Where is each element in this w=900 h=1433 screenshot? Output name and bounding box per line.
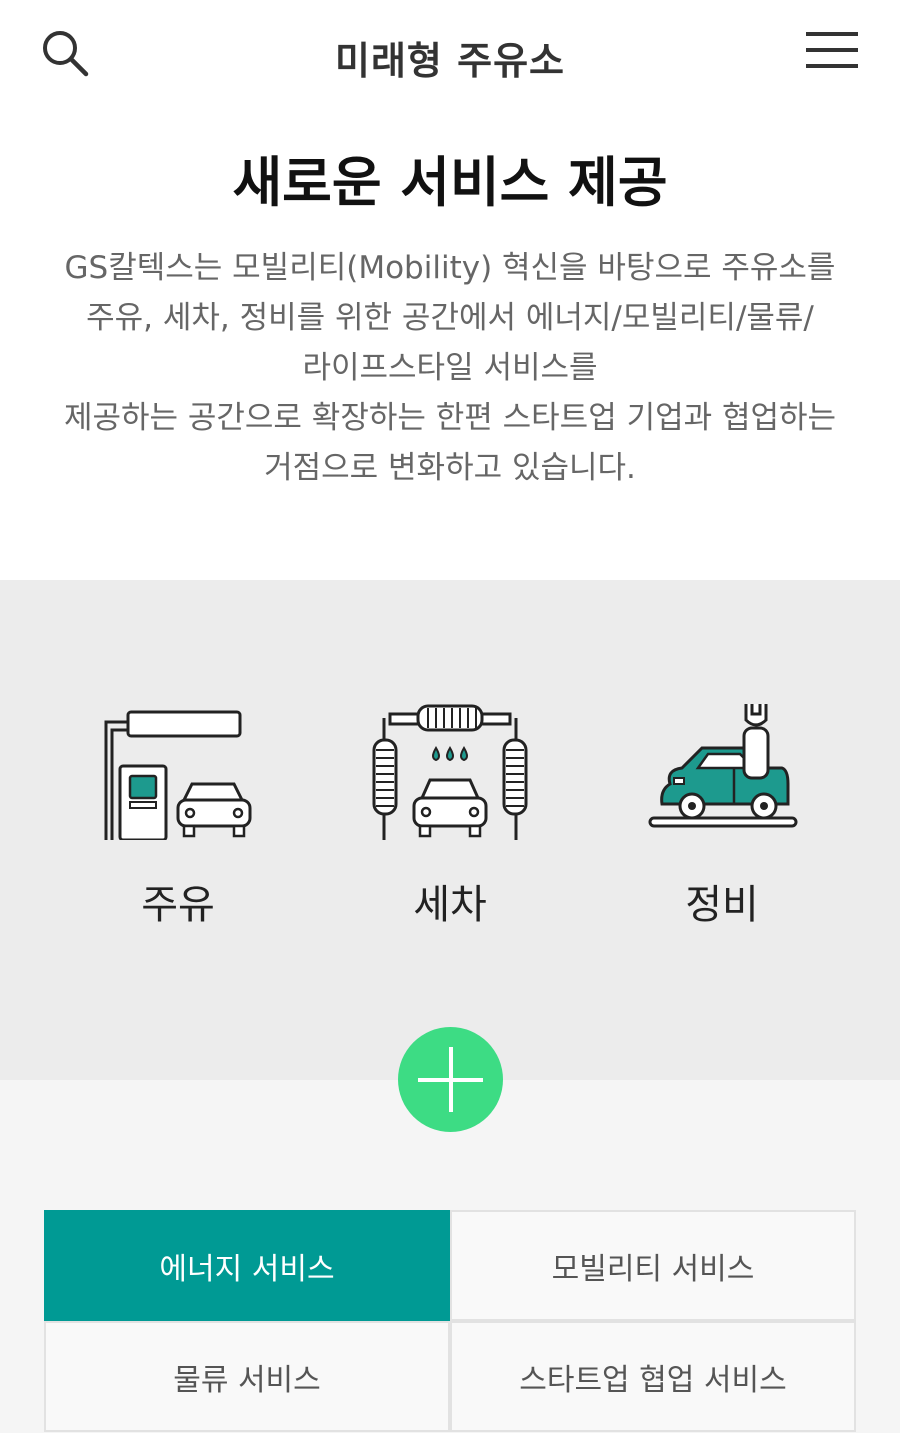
intro-line: 거점으로 변화하고 있습니다. bbox=[264, 450, 636, 486]
car-repair-wrench-icon bbox=[648, 704, 798, 828]
intro-line: 주유, 세차, 정비를 위한 공간에서 에너지/모빌리티/물류/ bbox=[86, 300, 814, 336]
expand-plus-button[interactable] bbox=[398, 1027, 503, 1132]
menu-button[interactable] bbox=[804, 30, 860, 70]
car-wash-icon bbox=[372, 704, 528, 840]
intro-paragraph: GS칼텍스는 모빌리티(Mobility) 혁신을 바탕으로 주유소를 주유, … bbox=[40, 243, 860, 493]
tab-energy-service[interactable]: 에너지 서비스 bbox=[44, 1210, 450, 1321]
intro-line: GS칼텍스는 모빌리티(Mobility) 혁신을 바탕으로 주유소를 bbox=[64, 250, 836, 286]
tab-startup-collab-service[interactable]: 스타트업 협업 서비스 bbox=[450, 1321, 856, 1432]
page-title: 새로운 서비스 제공 bbox=[232, 151, 668, 214]
service-tabs: 에너지 서비스 모빌리티 서비스 물류 서비스 스타트업 협업 서비스 bbox=[44, 1210, 856, 1432]
top-header: 미래형 주유소 bbox=[0, 0, 900, 105]
service-fuel: 주유 bbox=[68, 700, 288, 930]
intro-line: 라이프스타일 서비스를 bbox=[302, 350, 598, 386]
tab-logistics-service[interactable]: 물류 서비스 bbox=[44, 1321, 450, 1432]
service-repair: 정비 bbox=[612, 700, 832, 930]
fuel-pump-car-icon bbox=[104, 710, 252, 840]
intro-line: 제공하는 공간으로 확장하는 한편 스타트업 기업과 협업하는 bbox=[63, 400, 837, 436]
service-label-fuel: 주유 bbox=[141, 882, 215, 928]
app-title: 미래형 주유소 bbox=[335, 39, 565, 83]
tab-mobility-service[interactable]: 모빌리티 서비스 bbox=[450, 1210, 856, 1321]
service-label-repair: 정비 bbox=[685, 882, 759, 928]
service-label-wash: 세차 bbox=[413, 882, 487, 928]
service-wash: 세차 bbox=[340, 700, 560, 930]
hamburger-menu-icon bbox=[806, 32, 858, 68]
